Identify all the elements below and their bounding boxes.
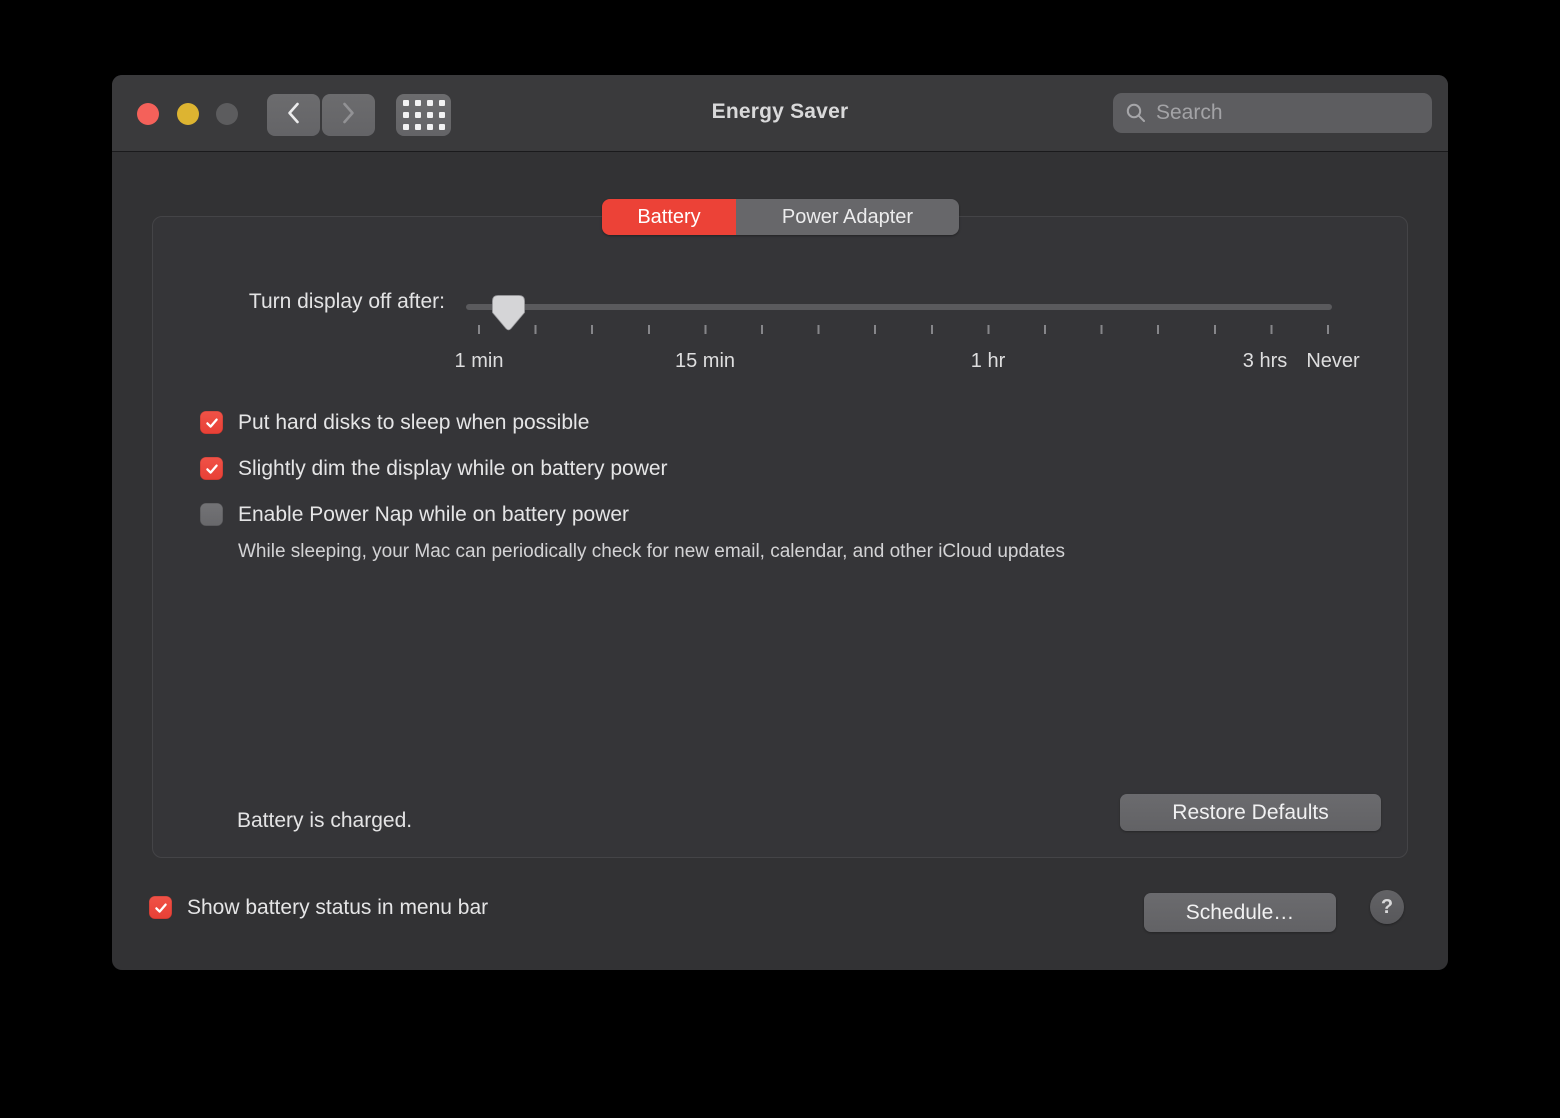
- search-field[interactable]: [1113, 93, 1432, 133]
- option-dim-display: Slightly dim the display while on batter…: [200, 457, 668, 480]
- tab-bar: Battery Power Adapter: [602, 199, 959, 235]
- schedule-button[interactable]: Schedule…: [1144, 893, 1336, 932]
- option-label: Slightly dim the display while on batter…: [238, 457, 668, 481]
- checkmark-icon: [153, 900, 169, 916]
- tick-label-1hr: 1 hr: [928, 350, 1048, 373]
- power-nap-description: While sleeping, your Mac can periodicall…: [238, 541, 1065, 563]
- option-hard-disks: Put hard disks to sleep when possible: [200, 411, 589, 434]
- checkmark-icon: [204, 461, 220, 477]
- battery-status-text: Battery is charged.: [237, 809, 412, 833]
- tab-battery[interactable]: Battery: [602, 199, 736, 235]
- display-off-slider-track[interactable]: [466, 304, 1332, 310]
- tick-label-15min: 15 min: [645, 350, 765, 373]
- checkbox-power-nap[interactable]: [200, 503, 223, 526]
- option-menu-bar-battery: Show battery status in menu bar: [149, 896, 488, 919]
- option-power-nap: Enable Power Nap while on battery power: [200, 503, 629, 526]
- display-off-label: Turn display off after:: [153, 290, 445, 314]
- restore-defaults-button[interactable]: Restore Defaults: [1120, 794, 1381, 831]
- tick-label-never: Never: [1273, 350, 1393, 373]
- settings-panel: Turn display off after: 1 min 15 min 1 h…: [152, 216, 1408, 858]
- search-icon: [1125, 102, 1147, 124]
- tick-label-1min: 1 min: [419, 350, 539, 373]
- titlebar: Energy Saver: [112, 75, 1448, 152]
- help-button[interactable]: ?: [1370, 890, 1404, 924]
- option-label: Enable Power Nap while on battery power: [238, 503, 629, 527]
- tab-power-adapter[interactable]: Power Adapter: [736, 199, 959, 235]
- checkbox-dim-display[interactable]: [200, 457, 223, 480]
- checkmark-icon: [204, 415, 220, 431]
- checkbox-menu-bar-battery[interactable]: [149, 896, 172, 919]
- search-input[interactable]: [1156, 101, 1427, 125]
- desktop-background: Energy Saver Battery Power Adapter Turn …: [0, 0, 1560, 1118]
- slider-tick-marks: [478, 325, 1329, 334]
- option-label: Show battery status in menu bar: [187, 896, 488, 920]
- checkbox-hard-disks[interactable]: [200, 411, 223, 434]
- option-label: Put hard disks to sleep when possible: [238, 411, 589, 435]
- energy-saver-window: Energy Saver Battery Power Adapter Turn …: [112, 75, 1448, 970]
